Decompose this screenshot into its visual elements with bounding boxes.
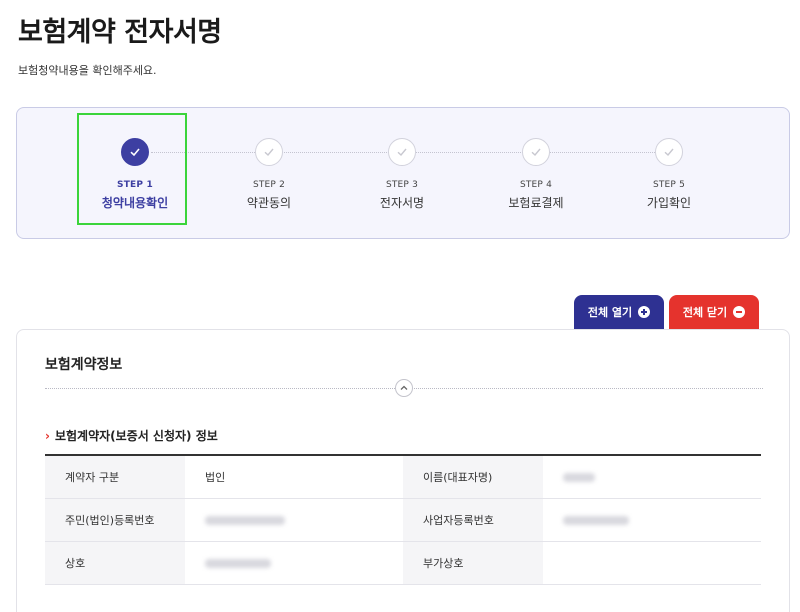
row-label: 계약자 구분 [45,455,185,499]
table-row: 상호 부가상호 [45,541,761,585]
row-value [543,541,761,585]
step-label: 가입확인 [646,196,692,210]
expand-all-label: 전체 열기 [587,306,633,319]
step-label: 약관동의 [246,196,292,210]
row-label: 이름(대표자명) [403,455,543,499]
chevron-right-icon: › [45,429,50,443]
row-value-redacted [185,498,403,542]
row-value: 법인 [185,455,403,499]
step-number: STEP 3 [385,180,419,190]
check-icon [655,138,683,166]
check-icon [388,138,416,166]
row-label: 주민(법인)등록번호 [45,498,185,542]
subsection-title-text: 보험계약자(보증서 신청자) 정보 [54,429,218,443]
row-value-redacted [543,498,761,542]
row-value-redacted [543,455,761,499]
check-icon [255,138,283,166]
section-title: 보험계약정보 [45,357,123,373]
active-step-highlight [77,113,187,225]
row-label: 사업자등록번호 [403,498,543,542]
table-row: 계약자 구분 법인 이름(대표자명) [45,455,761,499]
row-value-redacted [185,541,403,585]
collapse-all-button[interactable]: 전체 닫기 [669,295,759,329]
row-label: 상호 [45,541,185,585]
step-label: 전자서명 [379,196,425,210]
contract-info-card: 보험계약정보 › 보험계약자(보증서 신청자) 정보 계약자 구분 법인 이름(대… [16,329,790,612]
step-number: STEP 5 [652,180,686,190]
table-row: 주민(법인)등록번호 사업자등록번호 [45,498,761,542]
collapse-section-button[interactable] [395,379,413,397]
row-label: 부가상호 [403,541,543,585]
expand-all-button[interactable]: 전체 열기 [574,295,664,329]
chevron-up-icon [400,385,408,390]
check-icon [522,138,550,166]
page-subtitle: 보험청약내용을 확인해주세요. [18,64,157,77]
subsection-title: › 보험계약자(보증서 신청자) 정보 [45,427,218,444]
contractor-info-table: 계약자 구분 법인 이름(대표자명) 주민(법인)등록번호 사업자등록번호 상호… [45,454,761,585]
page-title: 보험계약 전자서명 [18,17,222,48]
step-number: STEP 4 [519,180,553,190]
plus-circle-icon [638,306,651,318]
step-label: 보험료결제 [508,196,564,210]
collapse-all-label: 전체 닫기 [682,306,728,319]
step-number: STEP 2 [252,180,286,190]
minus-circle-icon [733,306,746,318]
